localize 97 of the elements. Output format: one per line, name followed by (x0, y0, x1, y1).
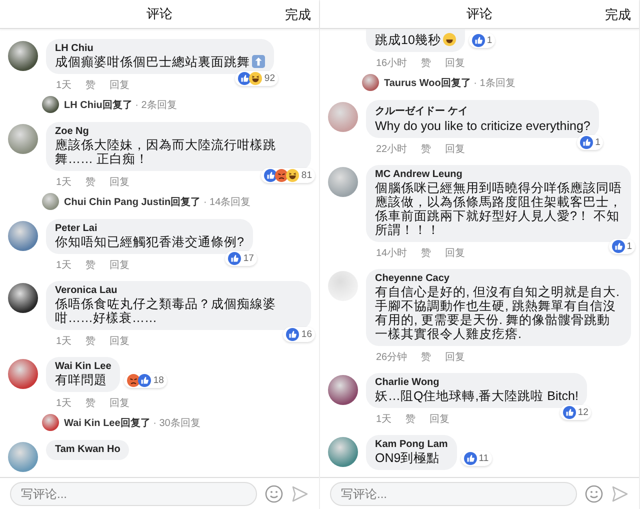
comment-author[interactable]: Cheyenne Cacy (375, 273, 622, 284)
like-link[interactable]: 赞 (86, 258, 96, 272)
comment-input[interactable]: 写评论... (10, 482, 257, 506)
avatar (362, 74, 379, 91)
reaction-count[interactable]: 17 (225, 251, 257, 266)
reply-link[interactable]: 回复 (110, 175, 130, 189)
comment-author[interactable]: LH Chiu (55, 43, 265, 54)
like-icon (562, 406, 576, 419)
comment-author[interactable]: クルーゼイドー ケイ (375, 104, 590, 118)
comment-author[interactable]: Zoe Ng (55, 126, 302, 137)
comment-text: 妖…阻Q住地球轉,番大陸跳啦 Bitch! (375, 389, 578, 403)
like-link[interactable]: 赞 (86, 175, 96, 189)
avatar (42, 96, 59, 113)
like-link[interactable]: 赞 (86, 334, 96, 348)
comment-time: 14小时 (376, 246, 408, 260)
done-button[interactable]: 完成 (285, 6, 311, 24)
reaction-count[interactable]: 12 (560, 405, 592, 420)
like-icon (464, 452, 477, 465)
reply-link[interactable]: 回复 (430, 412, 450, 426)
comment-time: 1天 (56, 335, 72, 348)
replies-link[interactable]: Chui Chin Pang Justin回复了 · 14条回复 (64, 194, 251, 208)
angry-face-icon (275, 169, 288, 182)
avatar (42, 414, 59, 431)
comment-text: ON9到極點 (375, 451, 441, 465)
like-icon (472, 34, 485, 47)
like-link[interactable]: 赞 (421, 350, 432, 364)
reply-link[interactable]: 回复 (110, 396, 130, 410)
like-icon (286, 328, 300, 341)
like-link[interactable]: 赞 (421, 142, 432, 156)
comment-text: 成個癲婆咁係個巴士總站裏面跳舞 (55, 55, 265, 69)
reply-link[interactable]: 回复 (110, 334, 130, 348)
comment-text: 個腦係咪已經無用到唔曉得分咩係應該同唔應該做，以為係條馬路度阻住架載客巴士，係車前面跳兩下就好型好人見人愛?！ 不知所謂！！！ (375, 181, 622, 237)
comment-time: 1天 (56, 259, 72, 272)
comment-input[interactable]: 写评论... (330, 482, 577, 506)
like-icon (580, 136, 594, 149)
comment-text: 跳成10幾秒 (375, 33, 456, 47)
like-link[interactable]: 赞 (406, 412, 416, 426)
smiley-icon[interactable] (265, 484, 283, 502)
reaction-count[interactable]: 16 (283, 327, 315, 342)
replies-link[interactable]: Taurus Woo回复了 · 1条回复 (384, 76, 516, 90)
comment-author[interactable]: Veronica Lau (55, 285, 302, 296)
reaction-count[interactable]: 11 (460, 451, 492, 466)
avatar[interactable] (328, 375, 358, 405)
like-icon (264, 169, 278, 182)
like-link[interactable]: 赞 (86, 396, 96, 410)
reply-link[interactable]: 回复 (445, 350, 466, 364)
reply-link[interactable]: 回复 (110, 78, 130, 92)
smiley-icon[interactable] (585, 484, 603, 502)
like-link[interactable]: 赞 (421, 56, 432, 70)
comment-time: 16小时 (376, 56, 408, 70)
avatar (42, 193, 59, 210)
comment-text: 應該係大陸妹，因為而大陸流行咁樣跳舞…… 正白痴！ (55, 138, 277, 166)
laughing-face-icon (249, 72, 262, 85)
reaction-count[interactable]: 81 (261, 168, 315, 183)
comment-text: 有咩問題 (55, 373, 108, 387)
like-link[interactable]: 赞 (421, 246, 432, 260)
reaction-count[interactable]: 1 (468, 33, 496, 48)
reaction-count[interactable]: 92 (235, 71, 278, 86)
like-link[interactable]: 赞 (86, 78, 96, 92)
reaction-count[interactable]: 1 (608, 239, 635, 254)
header-title: 评论 (466, 5, 492, 23)
like-icon (238, 72, 252, 85)
comment-time: 1天 (56, 397, 72, 410)
reply-link[interactable]: 回复 (445, 246, 466, 260)
comment-author[interactable]: Wai Kin Lee (55, 361, 112, 372)
comment-time: 22小时 (376, 142, 408, 156)
reply-link[interactable]: 回复 (110, 258, 130, 272)
reaction-count[interactable]: 1 (577, 135, 604, 150)
laughing-face-icon (286, 169, 300, 182)
like-icon (228, 252, 242, 265)
reply-link[interactable]: 回复 (445, 56, 466, 70)
comment-author[interactable]: MC Andrew Leung (375, 169, 622, 180)
comment-time: 1天 (56, 176, 72, 189)
like-icon (612, 240, 625, 253)
comment-text: 係唔係食咗丸仔之類毒品？成個痴線婆咁……好樣衰…… (55, 297, 277, 325)
avatar[interactable] (8, 283, 38, 313)
comment-author[interactable]: Charlie Wong (375, 377, 578, 388)
avatar[interactable] (8, 41, 38, 71)
comment-time: 1天 (376, 413, 392, 426)
comment-text: Why do you like to criticize everything? (375, 119, 590, 133)
replies-link[interactable]: Wai Kin Lee回复了 · 30条回复 (64, 416, 200, 430)
send-icon[interactable] (611, 484, 629, 502)
reaction-count[interactable]: 18 (124, 373, 167, 388)
comment-author[interactable]: Peter Lai (55, 223, 244, 234)
comment-time: 26分钟 (376, 350, 408, 364)
like-icon (138, 374, 152, 387)
comment-author[interactable]: Tam Kwan Ho (55, 444, 120, 455)
comment-time: 1天 (56, 79, 72, 92)
done-button[interactable]: 完成 (605, 6, 631, 24)
reply-link[interactable]: 回复 (445, 142, 466, 156)
send-icon[interactable] (291, 484, 309, 502)
comment-text: 有自信心是好的, 但沒有自知之明就是自大. 手腳不協調動作也生硬, 跳熱舞單有自信沒有用的, 更需要是天份. 舞的像骷髏骨跳動一樣其實很令人雞皮疙瘩. (375, 285, 620, 341)
header-title: 评论 (146, 5, 172, 23)
comment-text: 你知唔知已經觸犯香港交通條例? (55, 235, 244, 249)
angry-face-icon (127, 374, 140, 387)
comment-author[interactable]: Kam Pong Lam (375, 439, 448, 450)
replies-link[interactable]: LH Chiu回复了 · 2条回复 (64, 98, 177, 112)
